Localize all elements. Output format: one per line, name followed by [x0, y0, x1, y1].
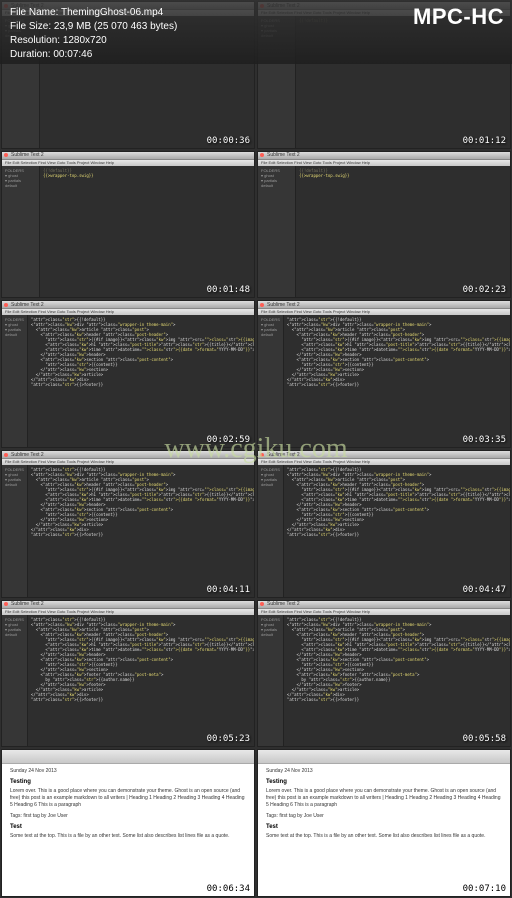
thumb-3[interactable]: Sublime Text 2 File Edit Selection Find … [1, 151, 255, 299]
code-full: "attr">class="str">{{!default}}<"attr">c… [284, 315, 511, 447]
thumb-7[interactable]: Sublime Text 2 File Edit Selection Find … [1, 450, 255, 598]
thumbnail-grid: Sublime Text 2 File Edit Selection Find … [0, 0, 512, 898]
browser-body: Sunday 24 Nov 2013 Testing Lorem over. T… [2, 764, 254, 896]
info-header: MPC-HC File Name: ThemingGhost-06.mp4 Fi… [0, 0, 512, 64]
thumb-10[interactable]: Sublime Text 2 File Edit Selection Find … [257, 600, 511, 748]
browser-chrome [2, 750, 254, 764]
thumb-11[interactable]: Sunday 24 Nov 2013 Testing Lorem over. T… [1, 749, 255, 897]
code-full: "attr">class="str">{{!default}}<"attr">c… [28, 315, 255, 447]
thumb-4[interactable]: Sublime Text 2 File Edit Selection Find … [257, 151, 511, 299]
code-full: "attr">class="str">{{!default}}<"attr">c… [284, 465, 511, 597]
thumb-9[interactable]: Sublime Text 2 File Edit Selection Find … [1, 600, 255, 748]
player-logo: MPC-HC [413, 4, 504, 30]
thumb-8[interactable]: Sublime Text 2 File Edit Selection Find … [257, 450, 511, 598]
thumb-12[interactable]: Sunday 24 Nov 2013 Testing Lorem over. T… [257, 749, 511, 897]
timestamp: 00:00:36 [207, 136, 250, 146]
code-full2: "attr">class="str">{{!default}}<"attr">c… [28, 615, 255, 747]
thumb-5[interactable]: Sublime Text 2 File Edit Selection Find … [1, 300, 255, 448]
code-full: "attr">class="str">{{!default}}<"attr">c… [28, 465, 255, 597]
thumb-6[interactable]: Sublime Text 2 File Edit Selection Find … [257, 300, 511, 448]
code-full2: "attr">class="str">{{!default}}<"attr">c… [284, 615, 511, 747]
